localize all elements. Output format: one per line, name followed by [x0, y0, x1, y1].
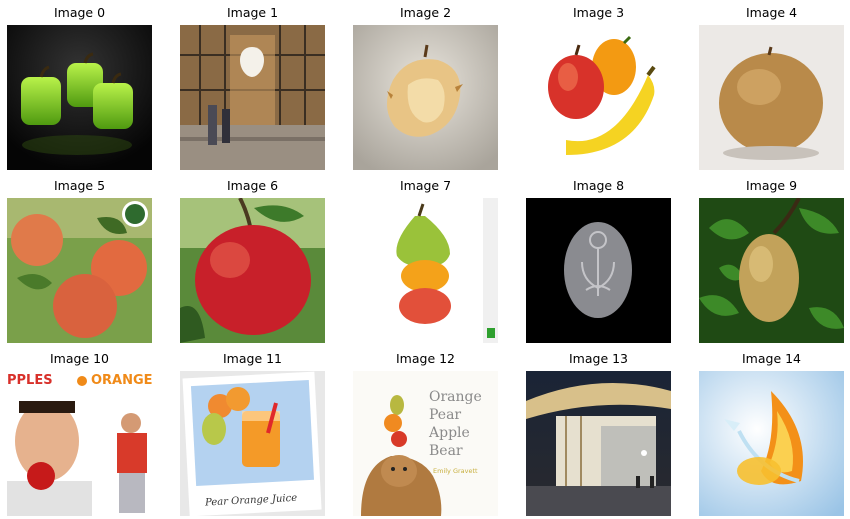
thumbnail-image	[180, 25, 325, 170]
image-title: Image 2	[399, 5, 452, 20]
thumbnail-image	[526, 25, 671, 170]
thumbnail-image	[699, 371, 844, 516]
image-title: Image 10	[49, 351, 110, 366]
thumbnail-image: PPLES ORANGE	[7, 371, 152, 516]
image-title: Image 0	[53, 5, 106, 20]
book-author: Emily Gravett	[433, 467, 478, 475]
image-title: Image 8	[572, 178, 625, 193]
thumbnail-image: Orange Pear Apple Bear Emily Gravett	[353, 371, 498, 516]
thumbnail-image	[699, 25, 844, 170]
thumbnail-image: Pear Orange Juice	[180, 371, 325, 516]
thumbnail-image	[526, 371, 671, 516]
thumbnail-image	[699, 198, 844, 343]
thumbnail-image	[353, 198, 498, 343]
image-title: Image 12	[395, 351, 456, 366]
image-title: Image 13	[568, 351, 629, 366]
poster-banner-text: PPLES	[7, 373, 53, 388]
image-title: Image 14	[741, 351, 802, 366]
thumbnail-image	[7, 25, 152, 170]
thumbnail-image	[180, 198, 325, 343]
image-title: Image 3	[572, 5, 625, 20]
thumbnail-image	[353, 25, 498, 170]
image-title: Image 4	[745, 5, 798, 20]
thumbnail-image	[526, 198, 671, 343]
book-title-line: Apple	[428, 425, 470, 441]
image-title: Image 7	[399, 178, 452, 193]
book-title-line: Orange	[429, 389, 482, 405]
image-title: Image 5	[53, 178, 106, 193]
image-title: Image 1	[226, 5, 279, 20]
thumbnail-image	[7, 198, 152, 343]
image-title: Image 6	[226, 178, 279, 193]
image-title: Image 11	[222, 351, 283, 366]
image-grid: Image 0 Image 1 Image 2 Image 3 Image 4 …	[0, 0, 850, 519]
book-title-line: Bear	[429, 443, 463, 459]
poster-banner-text2: ORANGE	[91, 373, 152, 388]
book-title-line: Pear	[429, 407, 461, 423]
image-title: Image 9	[745, 178, 798, 193]
